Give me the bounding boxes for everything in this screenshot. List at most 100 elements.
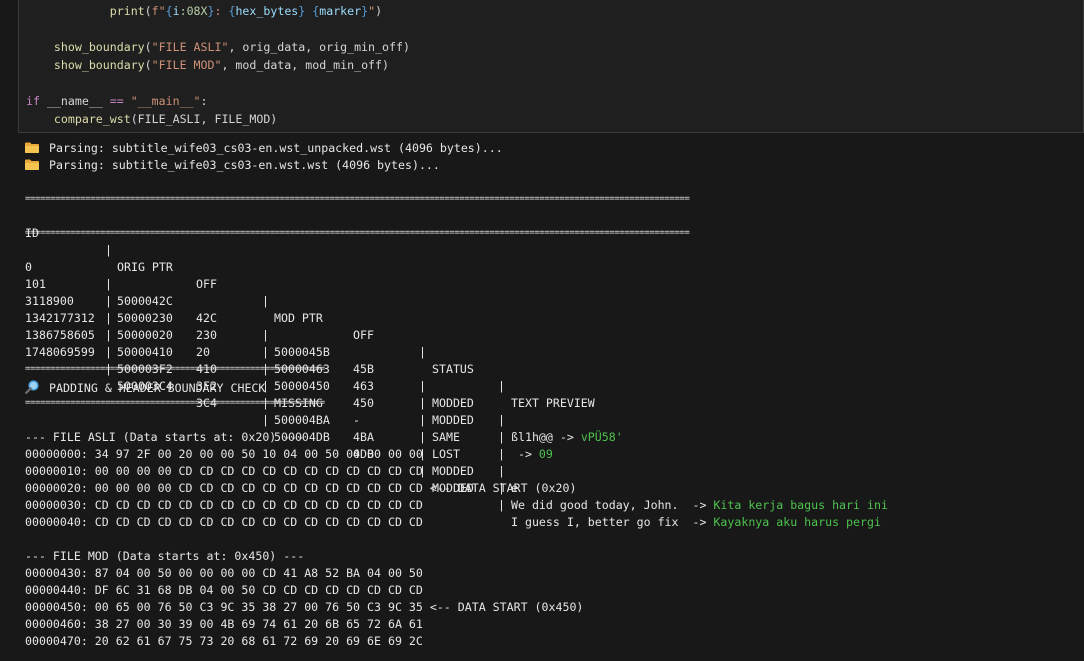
column-separator: |: [419, 345, 426, 359]
code-token: i: [172, 4, 180, 18]
table-row: 101 | 50000230 230 | 50000463 463 | MODD…: [25, 259, 1075, 461]
column-header-preview: TEXT PREVIEW: [511, 396, 595, 410]
divider-rule: ========================================…: [25, 228, 690, 238]
hex-line: 00000460: 38 27 00 30 39 00 4B 69 74 61 …: [25, 617, 423, 631]
code-token: marker: [319, 4, 362, 18]
hex-line: 00000430: 87 04 00 50 00 00 00 00 CD 41 …: [25, 566, 423, 580]
column-separator: |: [419, 413, 426, 427]
row-mod-ptr: 5000045B: [274, 345, 330, 359]
row-preview: ßl1h@@ -> vPÜ58': [511, 429, 623, 446]
column-separator: |: [419, 379, 426, 393]
column-separator: |: [498, 430, 505, 444]
code-token: show_boundary: [53, 40, 145, 54]
row-preview-translation: Kita kerja bagus hari ini: [713, 498, 888, 512]
row-status: MODDED: [432, 413, 474, 427]
hex-line: 00000450: 00 65 00 76 50 C3 9C 35 38 27 …: [25, 600, 584, 614]
table-row: 1342177312 | 50000410 410 | MISSING - | …: [25, 293, 1075, 495]
column-separator: |: [262, 345, 269, 359]
code-token: show_boundary: [53, 58, 145, 72]
section-title: PADDING & HEADER BOUNDARY CHECK: [25, 378, 265, 395]
row-status: SAME: [432, 430, 460, 444]
code-token: (: [144, 4, 152, 18]
code-token: compare_wst: [53, 112, 131, 126]
code-token: (: [144, 58, 152, 72]
column-separator: |: [498, 464, 505, 478]
column-separator: |: [419, 430, 426, 444]
column-separator: |: [419, 396, 426, 410]
code-token: __name__: [46, 94, 103, 108]
table-header: ID | ORIG PTR OFF | MOD PTR OFF | STATUS…: [25, 208, 1075, 410]
hex-line: 00000030: CD CD CD CD CD CD CD CD CD CD …: [25, 498, 423, 512]
row-preview: -> 09: [511, 446, 553, 463]
row-orig-off: 20: [196, 345, 210, 359]
row-status: MODDED: [432, 464, 474, 478]
row-status: LOST: [432, 447, 460, 461]
file-mod-header: --- FILE MOD (Data starts at: 0x450) ---: [25, 549, 305, 563]
parse-line: Parsing: subtitle_wife03_cs03-en.wst_unp…: [25, 140, 503, 157]
column-separator: |: [498, 498, 505, 512]
hex-line: 00000440: DF 6C 31 68 DB 04 00 50 CD CD …: [25, 583, 423, 597]
column-separator: |: [262, 413, 269, 427]
code-token: :08X: [179, 4, 208, 18]
hex-line: 00000010: 00 00 00 00 CD CD CD CD CD CD …: [25, 464, 423, 478]
code-token: ): [375, 4, 383, 18]
code-token: "FILE MOD": [151, 58, 222, 72]
folder-icon: [25, 141, 39, 153]
row-mod-off: 4BA: [353, 430, 374, 444]
code-token: , mod_data, mod_min_off): [221, 58, 389, 72]
row-preview: I guess I, better go fix -> Kayaknya aku…: [511, 514, 881, 531]
row-preview-original: We did good today, John. ->: [511, 498, 714, 512]
table-row: 3118900 | 50000020 20 | 50000450 450 | S…: [25, 276, 1075, 461]
row-mod-off: -: [353, 413, 360, 427]
code-line-compare: compare_wst(FILE_ASLI, FILE_MOD): [26, 110, 277, 128]
divider-rule: ========================================…: [25, 398, 325, 408]
column-separator: |: [498, 379, 505, 393]
row-mod-off: 463: [353, 379, 374, 393]
code-line-show-boundary-asli: show_boundary("FILE ASLI", orig_data, or…: [26, 38, 410, 56]
column-separator: |: [105, 345, 112, 359]
code-token: if: [26, 94, 40, 108]
row-preview-translation: 09: [538, 447, 553, 461]
column-separator: |: [498, 447, 505, 461]
folder-icon: [25, 158, 39, 170]
parse-line-text: Parsing: subtitle_wife03_cs03-en.wst_unp…: [49, 141, 503, 155]
section-title-text: PADDING & HEADER BOUNDARY CHECK: [49, 381, 266, 395]
code-token: , orig_data, orig_min_off): [228, 40, 410, 54]
code-line-if-main: if __name__ == "__main__":: [26, 92, 208, 110]
code-token: hex_bytes: [235, 4, 299, 18]
table-row: 1386758605 | 500003F2 3F2 | 500004BA 4BA…: [25, 310, 1075, 512]
code-token: ==: [109, 94, 124, 108]
row-orig-ptr: 50000410: [117, 345, 173, 359]
code-cell[interactable]: print(f"{i:08X}: {hex_bytes} {marker}") …: [18, 0, 1084, 133]
column-separator: |: [498, 413, 505, 427]
code-line-print: print(f"{i:08X}: {hex_bytes} {marker}"): [26, 2, 382, 20]
code-token: "__main__": [130, 94, 201, 108]
table-row: 0 | 5000042C 42C | 5000045B 45B | MODDED…: [25, 242, 1075, 444]
code-token: (: [144, 40, 152, 54]
hex-line: 00000000: 34 97 2F 00 20 00 00 50 10 04 …: [25, 447, 423, 461]
hex-line: 00000470: 20 62 61 67 75 73 20 68 61 72 …: [25, 634, 423, 648]
code-line-show-boundary-mod: show_boundary("FILE MOD", mod_data, mod_…: [26, 56, 389, 74]
row-id: 1748069599: [25, 345, 95, 359]
parse-line-text: Parsing: subtitle_wife03_cs03-en.wst.wst…: [49, 158, 440, 172]
hex-line: 00000020: 00 00 00 00 CD CD CD CD CD CD …: [25, 481, 577, 495]
hex-line: 00000040: CD CD CD CD CD CD CD CD CD CD …: [25, 515, 423, 529]
row-mod-ptr: 50000450: [274, 379, 330, 393]
magnifier-icon: [25, 380, 39, 395]
row-mod-off: 45B: [353, 362, 374, 376]
file-asli-header: --- FILE ASLI (Data starts at: 0x20) ---: [25, 430, 305, 444]
code-token: print: [109, 4, 145, 18]
row-preview-translation: Kayaknya aku harus pergi: [713, 515, 881, 529]
divider-rule: ========================================…: [25, 364, 325, 374]
code-token: {: [165, 4, 173, 18]
row-mod-ptr: 500004BA: [274, 413, 330, 427]
code-token: }: [207, 4, 215, 18]
table-row: 1748069599 | 500003C4 3C4 | 500004DB 4DB…: [25, 327, 1075, 529]
code-token: "FILE ASLI": [151, 40, 229, 54]
row-preview-original: ßl1h@@ ->: [511, 430, 581, 444]
column-header-status: STATUS: [432, 362, 474, 376]
parse-line: Parsing: subtitle_wife03_cs03-en.wst.wst…: [25, 157, 440, 174]
row-preview: We did good today, John. -> Kita kerja b…: [511, 497, 888, 514]
row-mod-off: 450: [353, 396, 374, 410]
